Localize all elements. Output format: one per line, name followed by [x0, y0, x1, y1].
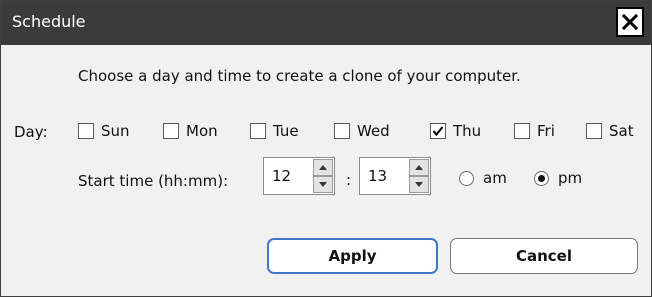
- day-checkbox-tue[interactable]: Tue: [250, 121, 299, 141]
- instruction-text: Choose a day and time to create a clone …: [78, 67, 521, 85]
- up-arrow-icon: [319, 165, 327, 170]
- day-option-label: Sun: [101, 122, 130, 140]
- day-option-label: Sat: [609, 122, 634, 140]
- hour-spin-buttons: [313, 159, 333, 193]
- day-checkbox-sun[interactable]: Sun: [78, 121, 130, 141]
- checkbox-box[interactable]: [514, 123, 530, 139]
- schedule-dialog: Schedule Choose a day and time to create…: [0, 0, 652, 297]
- day-option-label: Fri: [537, 122, 555, 140]
- checkbox-box[interactable]: [334, 123, 350, 139]
- radio-circle[interactable]: [534, 170, 549, 186]
- day-checkbox-mon[interactable]: Mon: [163, 121, 218, 141]
- radio-am[interactable]: am: [459, 169, 507, 187]
- day-option-label: Wed: [357, 122, 390, 140]
- radio-label-am: am: [483, 169, 507, 187]
- day-option-label: Mon: [186, 122, 218, 140]
- down-arrow-icon: [415, 182, 423, 187]
- minute-down-button[interactable]: [409, 176, 429, 193]
- start-time-label: Start time (hh:mm):: [78, 172, 229, 190]
- hour-down-button[interactable]: [313, 176, 333, 193]
- minute-up-button[interactable]: [409, 159, 429, 176]
- day-option-label: Tue: [273, 122, 299, 140]
- hour-value[interactable]: 12: [272, 167, 291, 185]
- title-bar: Schedule: [1, 1, 651, 45]
- up-arrow-icon: [415, 165, 423, 170]
- cancel-button[interactable]: Cancel: [450, 238, 638, 274]
- checkbox-box[interactable]: [430, 123, 446, 139]
- day-checkbox-sat[interactable]: Sat: [586, 121, 634, 141]
- radio-circle[interactable]: [459, 170, 474, 186]
- hour-up-button[interactable]: [313, 159, 333, 176]
- radio-label-pm: pm: [558, 169, 583, 187]
- minute-spinner[interactable]: 13: [359, 157, 431, 195]
- radio-selected-dot: [538, 174, 545, 182]
- dialog-title: Schedule: [12, 12, 86, 31]
- day-label: Day:: [14, 123, 48, 141]
- close-button[interactable]: [616, 7, 644, 37]
- time-separator: :: [346, 171, 352, 189]
- day-option-label: Thu: [453, 122, 482, 140]
- hour-spinner[interactable]: 12: [263, 157, 335, 195]
- day-checkbox-wed[interactable]: Wed: [334, 121, 390, 141]
- minute-spin-buttons: [409, 159, 429, 193]
- close-icon: [622, 14, 638, 30]
- day-checkbox-fri[interactable]: Fri: [514, 121, 555, 141]
- minute-value[interactable]: 13: [368, 167, 387, 185]
- checkbox-box[interactable]: [250, 123, 266, 139]
- radio-pm[interactable]: pm: [534, 169, 582, 187]
- checkmark-icon: [432, 126, 444, 137]
- checkbox-box[interactable]: [586, 123, 602, 139]
- apply-button[interactable]: Apply: [267, 238, 438, 274]
- checkbox-box[interactable]: [163, 123, 179, 139]
- down-arrow-icon: [319, 182, 327, 187]
- checkbox-box[interactable]: [78, 123, 94, 139]
- day-checkbox-thu[interactable]: Thu: [430, 121, 481, 141]
